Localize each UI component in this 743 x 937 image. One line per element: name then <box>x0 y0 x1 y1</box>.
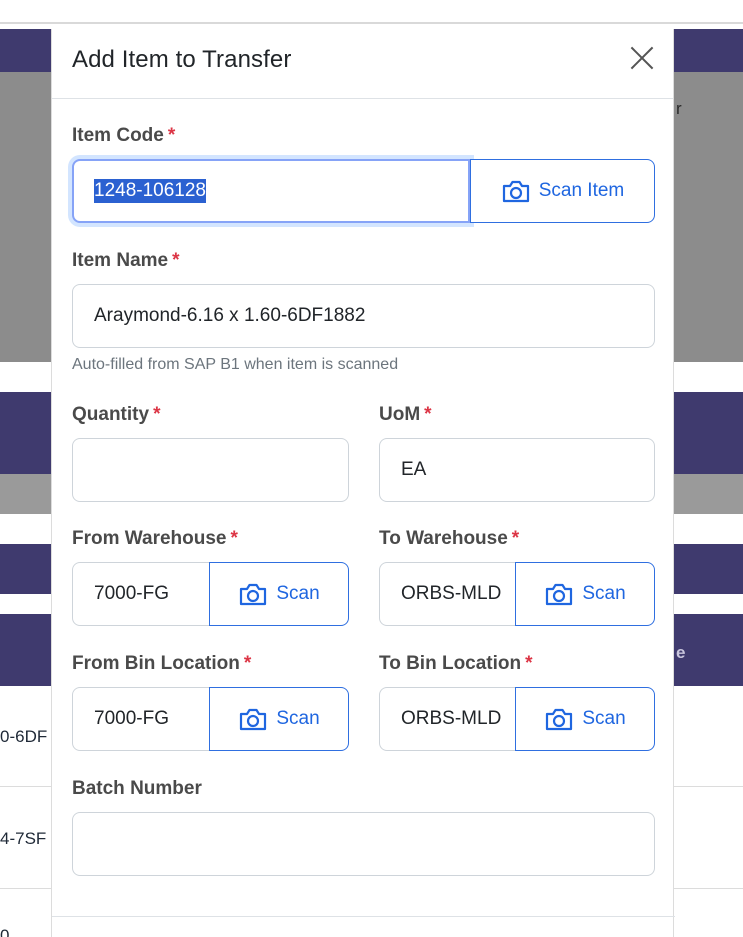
to-warehouse-value: ORBS-MLD <box>401 583 502 604</box>
camera-icon <box>546 708 573 731</box>
background-row-text: 4-7SF <box>0 829 47 848</box>
uom-input[interactable]: EA <box>379 438 655 502</box>
scan-from-warehouse-button[interactable]: Scan <box>209 562 349 626</box>
item-name-label: Item Name * <box>72 250 180 271</box>
camera-icon <box>240 708 267 731</box>
batch-number-label: Batch Number <box>72 778 202 799</box>
quantity-label: Quantity * <box>72 404 161 425</box>
required-marker: * <box>243 653 252 674</box>
scan-label: Scan <box>276 708 320 729</box>
scan-to-warehouse-button[interactable]: Scan <box>515 562 655 626</box>
modal-footer-divider <box>52 916 675 917</box>
required-marker: * <box>424 404 432 425</box>
to-warehouse-label: To Warehouse * <box>379 528 520 549</box>
item-code-input[interactable]: 1248-106128 <box>72 159 470 223</box>
scan-item-button[interactable]: Scan Item <box>470 159 655 223</box>
to-bin-location-input[interactable]: ORBS-MLD <box>379 687 516 751</box>
to-bin-location-label: To Bin Location * <box>379 653 533 674</box>
close-icon[interactable] <box>629 45 655 71</box>
camera-icon <box>502 180 529 203</box>
item-code-value: 1248-106128 <box>94 179 206 203</box>
uom-value: EA <box>401 459 427 480</box>
item-code-label: Item Code * <box>72 125 176 146</box>
scan-label: Scan <box>582 583 626 604</box>
uom-label: UoM * <box>379 404 432 425</box>
scan-item-label: Scan Item <box>538 180 625 201</box>
scan-from-bin-button[interactable]: Scan <box>209 687 349 751</box>
from-bin-location-input[interactable]: 7000-FG <box>72 687 210 751</box>
item-name-help-text: Auto-filled from SAP B1 when item is sca… <box>72 356 399 373</box>
required-marker: * <box>172 250 180 271</box>
scan-to-bin-button[interactable]: Scan <box>515 687 655 751</box>
from-warehouse-input[interactable]: 7000-FG <box>72 562 210 626</box>
scan-label: Scan <box>276 583 320 604</box>
from-bin-location-value: 7000-FG <box>94 708 169 729</box>
required-marker: * <box>230 528 238 549</box>
required-marker: * <box>153 404 161 425</box>
modal-title: Add Item to Transfer <box>72 46 292 73</box>
from-bin-location-label: From Bin Location * <box>72 653 252 674</box>
to-warehouse-input[interactable]: ORBS-MLD <box>379 562 516 626</box>
batch-number-input[interactable] <box>72 812 655 876</box>
required-marker: * <box>167 125 176 146</box>
add-item-modal: Add Item to Transfer Item Code * 1248-106… <box>51 29 675 937</box>
camera-icon <box>546 583 573 606</box>
required-marker: * <box>525 653 533 674</box>
to-bin-location-value: ORBS-MLD <box>401 708 502 729</box>
item-name-input[interactable]: Araymond-6.16 x 1.60-6DF1882 <box>72 284 655 348</box>
background-header-text: e <box>676 643 686 662</box>
background-row-text: 0 <box>0 926 10 937</box>
camera-icon <box>240 583 267 606</box>
item-name-value: Araymond-6.16 x 1.60-6DF1882 <box>94 305 366 326</box>
background-edge-text: r <box>676 99 682 118</box>
from-warehouse-value: 7000-FG <box>94 583 169 604</box>
required-marker: * <box>511 528 520 549</box>
modal-header: Add Item to Transfer <box>52 29 673 99</box>
scan-label: Scan <box>582 708 626 729</box>
background-row-text: 0-6DF <box>0 727 48 746</box>
quantity-input[interactable] <box>72 438 349 502</box>
from-warehouse-label: From Warehouse * <box>72 528 238 549</box>
top-divider <box>0 22 743 24</box>
